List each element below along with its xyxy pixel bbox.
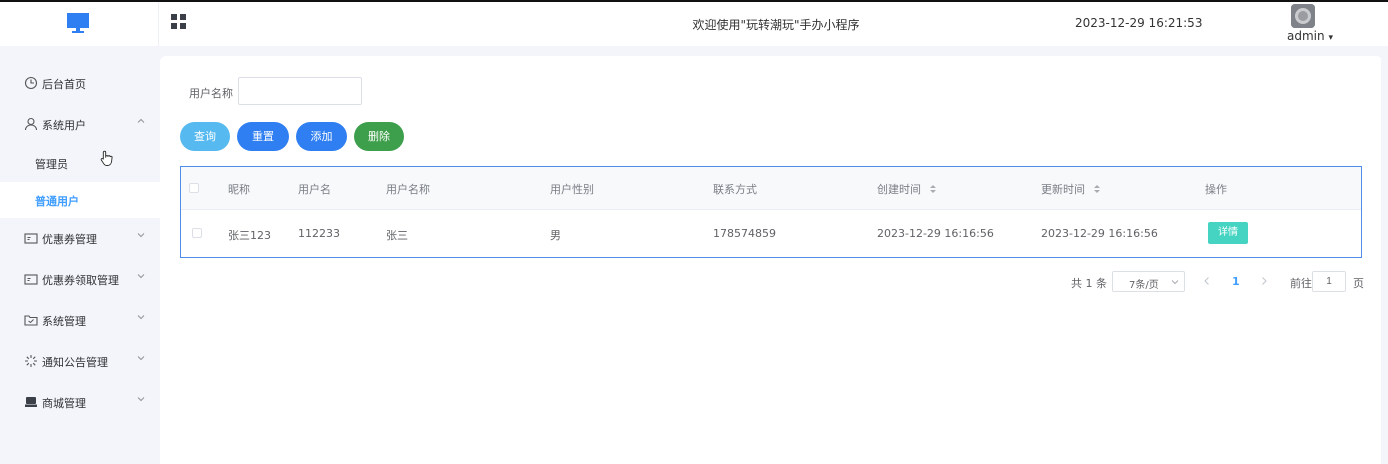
sidebar-item-notices[interactable]: 通知公告管理 bbox=[0, 342, 160, 382]
chevron-down-icon bbox=[137, 274, 145, 279]
delete-button[interactable]: 删除 bbox=[354, 122, 404, 151]
coupon-icon bbox=[24, 233, 38, 244]
caret-down-icon: ▾ bbox=[1328, 33, 1333, 43]
table-header: 昵称 用户名 用户名称 用户性别 联系方式 创建时间 更新时间 操作 bbox=[181, 167, 1361, 210]
column-header-actions: 操作 bbox=[1205, 183, 1227, 196]
hand-pointer-cursor-icon bbox=[100, 150, 113, 166]
sidebar-subitem-label: 管理员 bbox=[35, 158, 68, 171]
sidebar-item-coupons[interactable]: 优惠券管理 bbox=[0, 219, 160, 259]
column-header-updated[interactable]: 更新时间 bbox=[1041, 181, 1101, 197]
prev-page-icon[interactable] bbox=[1203, 275, 1211, 287]
users-table: 昵称 用户名 用户名称 用户性别 联系方式 创建时间 更新时间 操作 张三123… bbox=[180, 166, 1362, 258]
page-size-value: 7条/页 bbox=[1129, 280, 1159, 291]
reset-button[interactable]: 重置 bbox=[237, 122, 289, 151]
add-button[interactable]: 添加 bbox=[296, 122, 347, 151]
username-filter-input[interactable] bbox=[238, 77, 362, 105]
column-header-username[interactable]: 用户名 bbox=[298, 181, 331, 197]
sidebar-item-label: 系统管理 bbox=[42, 315, 86, 328]
coupon-icon bbox=[24, 274, 38, 285]
page-size-select[interactable]: 7条/页 bbox=[1112, 271, 1185, 292]
pagination: 共 1 条 7条/页 1 前往 页 bbox=[160, 271, 1382, 293]
shop-icon bbox=[25, 397, 37, 407]
column-header-created[interactable]: 创建时间 bbox=[877, 181, 937, 197]
current-datetime: 2023-12-29 16:21:53 bbox=[1075, 16, 1203, 30]
folder-check-icon bbox=[24, 315, 38, 326]
sidebar-item-label: 系统用户 bbox=[42, 119, 86, 132]
sidebar-item-system-users[interactable]: 系统用户 bbox=[0, 105, 160, 145]
page-number-current[interactable]: 1 bbox=[1232, 275, 1240, 288]
goto-page-input[interactable] bbox=[1312, 271, 1346, 292]
cell-gender: 男 bbox=[550, 229, 561, 242]
cell-name: 张三 bbox=[386, 229, 408, 242]
chevron-down-icon bbox=[137, 397, 145, 402]
detail-button[interactable]: 详情 bbox=[1208, 222, 1248, 244]
sidebar-subitem-admins[interactable]: 管理员 bbox=[0, 145, 160, 181]
cell-created: 2023-12-29 16:16:56 bbox=[877, 227, 994, 240]
query-button[interactable]: 查询 bbox=[180, 122, 230, 151]
column-header-nickname[interactable]: 昵称 bbox=[228, 181, 250, 197]
sidebar-item-coupon-claims[interactable]: 优惠券领取管理 bbox=[0, 260, 160, 300]
loading-icon bbox=[25, 355, 37, 367]
sidebar-item-label: 商城管理 bbox=[42, 397, 86, 410]
column-header-name[interactable]: 用户名称 bbox=[386, 181, 430, 197]
sidebar-subitem-label: 普通用户 bbox=[35, 195, 79, 208]
column-header-updated-label: 更新时间 bbox=[1041, 183, 1085, 196]
select-all-checkbox[interactable] bbox=[189, 183, 199, 193]
user-dropdown[interactable]: admin ▾ bbox=[1287, 29, 1333, 43]
cell-nickname: 张三123 bbox=[228, 229, 271, 242]
user-name: admin bbox=[1287, 29, 1325, 43]
table-row: 张三123 112233 张三 男 178574859 2023-12-29 1… bbox=[181, 211, 1361, 257]
main-panel: 用户名称 查询 重置 添加 删除 昵称 用户名 用户名称 用户性别 联系方式 创… bbox=[160, 56, 1382, 464]
header: 欢迎使用"玩转潮玩"手办小程序 2023-12-29 16:21:53 admi… bbox=[0, 2, 1388, 46]
sidebar-item-label: 优惠券管理 bbox=[42, 233, 97, 246]
sidebar-subitem-normal-users[interactable]: 普通用户 bbox=[0, 182, 160, 218]
page-suffix-label: 页 bbox=[1353, 277, 1364, 290]
sidebar-item-label: 后台首页 bbox=[42, 78, 86, 91]
column-header-gender[interactable]: 用户性别 bbox=[550, 181, 594, 197]
avatar-image-icon bbox=[1291, 4, 1315, 28]
sidebar-item-home[interactable]: 后台首页 bbox=[0, 64, 160, 104]
column-header-created-label: 创建时间 bbox=[877, 183, 921, 196]
column-header-phone[interactable]: 联系方式 bbox=[713, 181, 757, 197]
page-scrollbar[interactable] bbox=[1381, 46, 1388, 464]
avatar[interactable] bbox=[1291, 4, 1315, 28]
sidebar-item-label: 优惠券领取管理 bbox=[42, 274, 119, 287]
sidebar-item-label: 通知公告管理 bbox=[42, 356, 108, 369]
sort-icon[interactable] bbox=[929, 184, 937, 194]
sidebar-item-shop[interactable]: 商城管理 bbox=[0, 383, 160, 423]
goto-label: 前往 bbox=[1290, 277, 1312, 290]
chevron-down-icon bbox=[137, 315, 145, 320]
sort-icon[interactable] bbox=[1093, 184, 1101, 194]
username-filter-label: 用户名称 bbox=[189, 87, 233, 100]
sidebar-item-system-admin[interactable]: 系统管理 bbox=[0, 301, 160, 341]
chevron-down-icon bbox=[1171, 280, 1179, 285]
sidebar: 后台首页 系统用户 管理员 普通用户 优惠券管理 优惠券领取管理 系统管理 通知… bbox=[0, 46, 160, 464]
cell-phone: 178574859 bbox=[713, 227, 776, 240]
clock-icon bbox=[24, 76, 38, 90]
user-icon bbox=[24, 117, 38, 131]
next-page-icon[interactable] bbox=[1260, 275, 1268, 287]
cell-username: 112233 bbox=[298, 227, 340, 240]
chevron-down-icon bbox=[137, 356, 145, 361]
row-checkbox[interactable] bbox=[192, 228, 202, 238]
pagination-total: 共 1 条 bbox=[1071, 277, 1107, 290]
chevron-down-icon bbox=[137, 233, 145, 238]
chevron-up-icon bbox=[137, 118, 145, 123]
cell-updated: 2023-12-29 16:16:56 bbox=[1041, 227, 1158, 240]
